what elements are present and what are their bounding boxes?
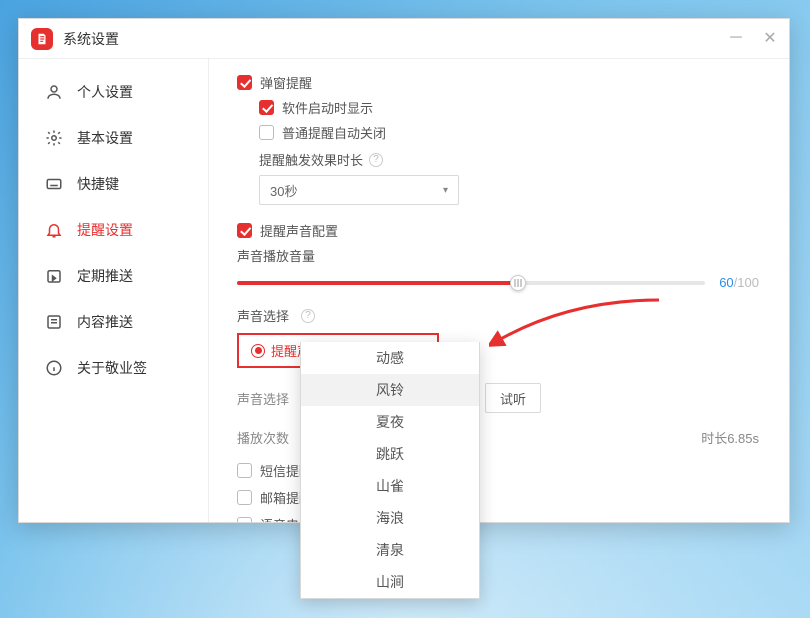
label-sound-choice: 声音选择 [237,389,289,408]
minimize-button[interactable]: － [727,31,745,47]
chevron-down-icon: ▾ [443,185,448,196]
volume-slider[interactable]: 60/100 [237,275,759,290]
radio-icon [251,344,265,358]
label-sound-config: 提醒声音配置 [260,221,338,240]
annotation-arrow [489,295,669,355]
app-icon [31,28,53,50]
content-push-icon [45,313,63,331]
label-popup-reminder: 弹窗提醒 [260,73,312,92]
close-button[interactable]: ✕ [761,31,779,47]
dropdown-item[interactable]: 跳跃 [301,438,479,470]
gear-icon [45,129,63,147]
checkbox-voice-call[interactable] [237,517,252,522]
content-panel: 弹窗提醒 软件启动时显示 普通提醒自动关闭 提醒触发效果时长 ? 30秒 ▾ [209,59,789,522]
sound-dropdown[interactable]: 动感风铃夏夜跳跃山雀海浪清泉山涧 [300,342,480,599]
help-icon[interactable]: ? [369,153,383,167]
window-title: 系统设置 [63,29,119,49]
sidebar-item-reminders[interactable]: 提醒设置 [19,207,208,253]
checkbox-popup-reminder[interactable] [237,75,252,90]
label-auto-close-normal: 普通提醒自动关闭 [282,123,386,142]
sidebar-item-hotkeys[interactable]: 快捷键 [19,161,208,207]
sidebar: 个人设置 基本设置 快捷键 提醒设置 [19,59,209,522]
preview-button[interactable]: 试听 [485,383,541,413]
keyboard-icon [45,175,63,193]
slider-thumb[interactable] [510,275,526,291]
label-duration: 时长6.85s [701,428,759,447]
checkbox-show-on-startup[interactable] [259,100,274,115]
sidebar-item-label: 个人设置 [77,82,133,102]
sidebar-item-label: 提醒设置 [77,220,133,240]
sidebar-item-label: 定期推送 [77,266,133,286]
label-sound-select: 声音选择 [237,306,289,325]
sidebar-item-scheduled-push[interactable]: 定期推送 [19,253,208,299]
dropdown-item[interactable]: 夏夜 [301,406,479,438]
label-play-count: 播放次数 [237,428,289,447]
sidebar-item-label: 内容推送 [77,312,133,332]
help-icon[interactable]: ? [301,309,315,323]
checkbox-auto-close-normal[interactable] [259,125,274,140]
label-trigger-duration: 提醒触发效果时长 [259,150,363,169]
bell-icon [45,221,63,239]
checkbox-sound-config[interactable] [237,223,252,238]
checkbox-email[interactable] [237,490,252,505]
user-icon [45,83,63,101]
sidebar-item-label: 快捷键 [77,174,119,194]
sidebar-item-basic[interactable]: 基本设置 [19,115,208,161]
label-volume: 声音播放音量 [237,246,759,265]
sidebar-item-label: 关于敬业签 [77,358,147,378]
dropdown-item[interactable]: 风铃 [301,374,479,406]
sidebar-item-personal[interactable]: 个人设置 [19,69,208,115]
calendar-push-icon [45,267,63,285]
info-icon [45,359,63,377]
dropdown-item[interactable]: 动感 [301,342,479,374]
label-show-on-startup: 软件启动时显示 [282,98,373,117]
dropdown-item[interactable]: 海浪 [301,502,479,534]
checkbox-sms[interactable] [237,463,252,478]
select-trigger-duration[interactable]: 30秒 ▾ [259,175,459,205]
sidebar-item-label: 基本设置 [77,128,133,148]
dropdown-item[interactable]: 山涧 [301,566,479,598]
titlebar: 系统设置 － ✕ [19,19,789,59]
sidebar-item-about[interactable]: 关于敬业签 [19,345,208,391]
sidebar-item-content-push[interactable]: 内容推送 [19,299,208,345]
select-trigger-duration-value: 30秒 [270,181,297,200]
volume-readout: 60/100 [719,275,759,290]
dropdown-item[interactable]: 清泉 [301,534,479,566]
dropdown-item[interactable]: 山雀 [301,470,479,502]
